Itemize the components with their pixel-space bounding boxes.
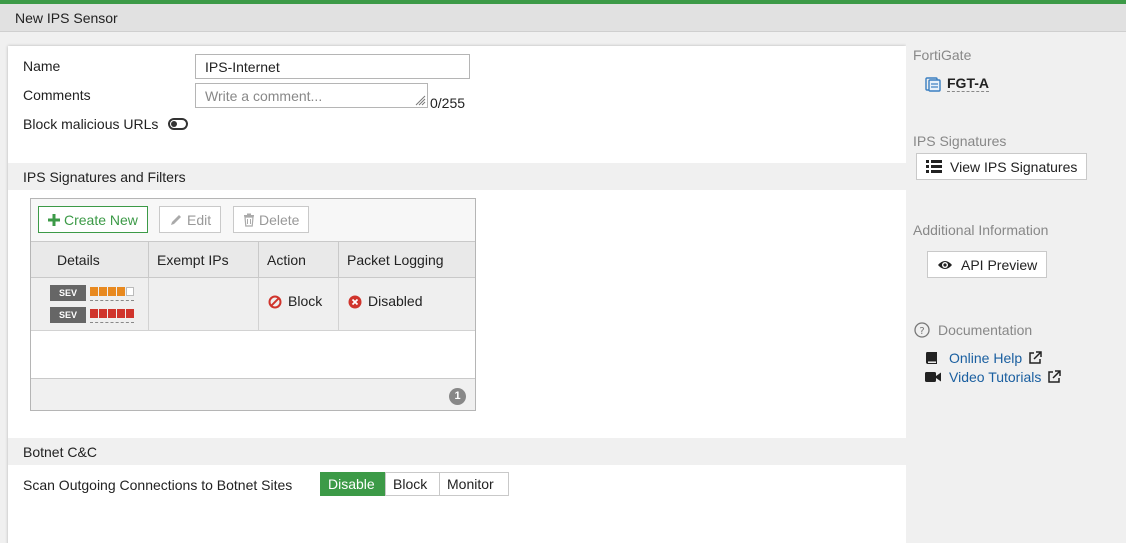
table-empty-area xyxy=(31,331,475,378)
row-count-badge: 1 xyxy=(449,388,466,405)
video-camera-icon xyxy=(925,372,941,382)
online-help-label: Online Help xyxy=(949,350,1023,366)
delete-label: Delete xyxy=(259,211,300,228)
botnet-disable-option[interactable]: Disable xyxy=(320,472,386,496)
column-exempt-ips[interactable]: Exempt IPs xyxy=(149,242,259,278)
table-row[interactable]: SEV SEV Block Disabled xyxy=(31,278,475,331)
create-new-label: Create New xyxy=(64,211,138,228)
additional-info-heading: Additional Information xyxy=(913,222,1049,238)
comments-placeholder: Write a comment... xyxy=(205,88,323,104)
severity-badge: SEV xyxy=(50,307,86,323)
api-preview-button[interactable]: API Preview xyxy=(927,251,1048,278)
severity-badge: SEV xyxy=(50,285,86,301)
resize-grip-icon[interactable] xyxy=(414,94,426,106)
table-header: Details Exempt IPs Action Packet Logging xyxy=(31,241,475,278)
view-signatures-label: View IPS Signatures xyxy=(950,158,1078,175)
block-urls-label: Block malicious URLs xyxy=(23,116,159,132)
view-signatures-button[interactable]: View IPS Signatures xyxy=(916,153,1088,180)
botnet-block-option[interactable]: Block xyxy=(385,472,440,496)
botnet-monitor-option[interactable]: Monitor xyxy=(439,472,509,496)
packet-logging-cell: Disabled xyxy=(339,278,475,330)
documentation-header: ? Documentation xyxy=(914,322,1032,338)
external-link-icon xyxy=(1048,370,1062,383)
fortigate-device[interactable]: FGT-A xyxy=(925,75,989,92)
name-label: Name xyxy=(23,58,61,74)
device-icon xyxy=(925,76,941,92)
video-tutorials-label: Video Tutorials xyxy=(949,369,1042,385)
scan-outgoing-label: Scan Outgoing Connections to Botnet Site… xyxy=(23,477,293,493)
eye-icon xyxy=(938,260,952,269)
plus-icon xyxy=(48,213,60,226)
list-icon xyxy=(926,160,942,173)
comments-textarea[interactable]: Write a comment... xyxy=(195,83,428,108)
api-preview-label: API Preview xyxy=(961,256,1038,273)
external-link-icon xyxy=(1029,351,1042,364)
exempt-ips-cell xyxy=(149,278,259,330)
table-footer: 1 xyxy=(31,378,475,410)
section-botnet: Botnet C&C xyxy=(8,438,906,465)
packet-logging-value: Disabled xyxy=(368,293,423,309)
comments-label: Comments xyxy=(23,87,91,103)
svg-text:?: ? xyxy=(919,326,924,337)
severity-level-bars xyxy=(90,285,134,301)
info-sidebar: FortiGate FGT-A IPS Signatures View IPS … xyxy=(906,32,1126,543)
column-details[interactable]: Details xyxy=(31,242,149,278)
block-urls-toggle[interactable] xyxy=(168,118,188,130)
create-new-button[interactable]: Create New xyxy=(38,206,148,233)
delete-button[interactable]: Delete xyxy=(233,206,310,233)
action-cell: Block xyxy=(259,278,339,330)
action-value: Block xyxy=(288,293,323,309)
column-action[interactable]: Action xyxy=(259,242,339,278)
main-panel: Name IPS-Internet Comments Write a comme… xyxy=(8,46,906,543)
details-cell: SEV SEV xyxy=(31,278,149,330)
pencil-icon xyxy=(171,214,181,225)
question-circle-icon: ? xyxy=(914,322,930,338)
book-icon xyxy=(926,352,937,364)
severity-level-bars xyxy=(90,307,134,323)
fortigate-device-name: FGT-A xyxy=(947,75,989,92)
documentation-heading: Documentation xyxy=(938,322,1033,338)
signatures-table: Create New Edit Delete Details Exempt IP… xyxy=(30,198,476,411)
edit-label: Edit xyxy=(187,211,212,228)
trash-icon xyxy=(244,213,254,227)
comments-counter: 0/255 xyxy=(430,95,466,111)
edit-button[interactable]: Edit xyxy=(159,206,222,233)
ips-signatures-heading: IPS Signatures xyxy=(913,133,1007,149)
fortigate-heading: FortiGate xyxy=(913,47,972,63)
section-ips-signatures: IPS Signatures and Filters xyxy=(8,163,906,190)
disabled-icon xyxy=(348,295,362,309)
online-help-link[interactable]: Online Help xyxy=(925,350,1042,366)
video-tutorials-link[interactable]: Video Tutorials xyxy=(925,369,1062,385)
name-input[interactable]: IPS-Internet xyxy=(195,54,470,79)
window-title: New IPS Sensor xyxy=(0,4,1126,32)
block-icon xyxy=(268,295,282,309)
column-packet-logging[interactable]: Packet Logging xyxy=(339,242,475,278)
